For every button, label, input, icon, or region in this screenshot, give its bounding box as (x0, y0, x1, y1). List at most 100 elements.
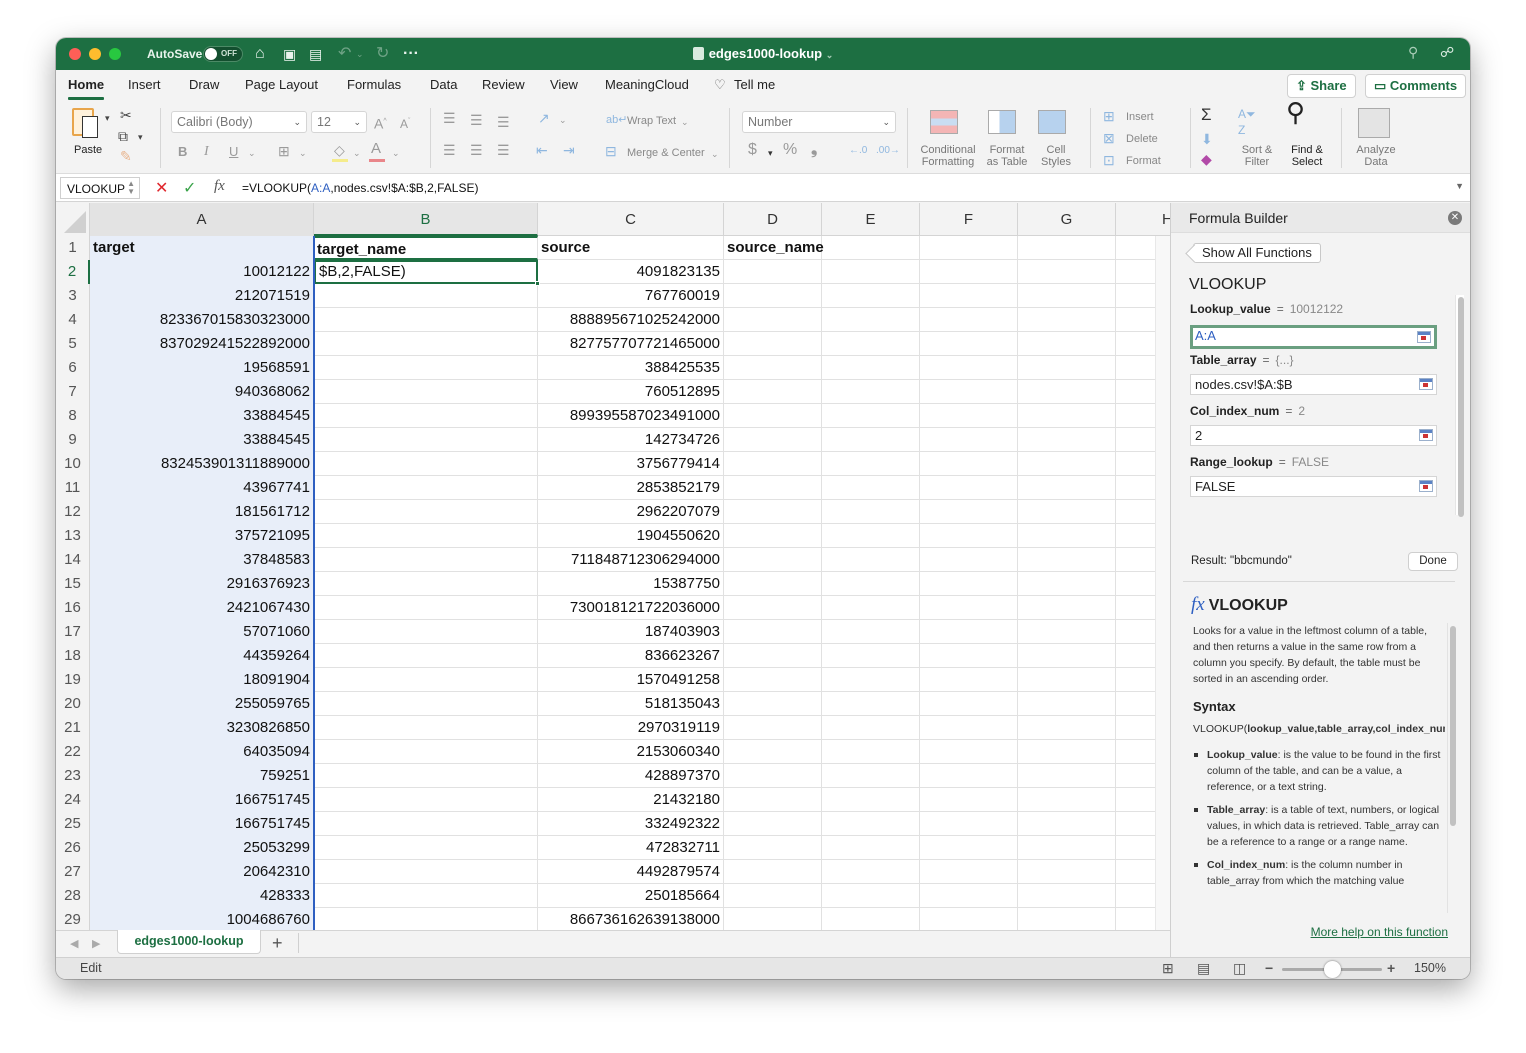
cell-f15[interactable] (920, 572, 1018, 596)
cell-b4[interactable] (314, 308, 538, 332)
cell-d29[interactable] (724, 908, 822, 930)
format-button[interactable]: Format (1126, 155, 1161, 167)
cell-b25[interactable] (314, 812, 538, 836)
analyze-data-button[interactable]: Analyze Data (1352, 106, 1400, 168)
align-right-icon[interactable]: ☰ (497, 142, 510, 158)
cell-c19[interactable]: 1570491258 (538, 668, 724, 692)
cell-d1[interactable]: source_name (724, 236, 824, 260)
cell-g2[interactable] (1018, 260, 1116, 284)
cell-a5[interactable]: 837029241522892000 (90, 332, 314, 356)
cell-f4[interactable] (920, 308, 1018, 332)
cell-e5[interactable] (822, 332, 920, 356)
cell-e13[interactable] (822, 524, 920, 548)
cell-a18[interactable]: 44359264 (90, 644, 314, 668)
cell-a13[interactable]: 375721095 (90, 524, 314, 548)
tab-page-layout[interactable]: Page Layout (245, 77, 318, 92)
cell-b22[interactable] (314, 740, 538, 764)
cell-f28[interactable] (920, 884, 1018, 908)
row-header[interactable]: 16 (56, 596, 90, 620)
cell-e3[interactable] (822, 284, 920, 308)
cell-b6[interactable] (314, 356, 538, 380)
cell-d16[interactable] (724, 596, 822, 620)
row-header[interactable]: 5 (56, 332, 90, 356)
cell-e29[interactable] (822, 908, 920, 930)
sort-filter-icon[interactable]: A⏷ Z (1238, 106, 1256, 138)
cell-d12[interactable] (724, 500, 822, 524)
cell-g24[interactable] (1018, 788, 1116, 812)
cell-g22[interactable] (1018, 740, 1116, 764)
document-title[interactable]: edges1000-lookup ⌄ (56, 46, 1470, 61)
cell-d15[interactable] (724, 572, 822, 596)
cell-e4[interactable] (822, 308, 920, 332)
decrease-font-icon[interactable]: Aˇ (400, 114, 410, 132)
cell-g15[interactable] (1018, 572, 1116, 596)
row-header[interactable]: 2 (56, 260, 90, 284)
decrease-indent-icon[interactable]: ⇤ (536, 142, 548, 158)
share-button[interactable]: ⇪ Share (1287, 74, 1356, 98)
find-select-icon[interactable]: ⚲ (1286, 99, 1305, 125)
cell-f11[interactable] (920, 476, 1018, 500)
cell-g29[interactable] (1018, 908, 1116, 930)
cell-f17[interactable] (920, 620, 1018, 644)
orientation-icon[interactable]: ↗ (538, 110, 550, 126)
cell-f22[interactable] (920, 740, 1018, 764)
cell-a22[interactable]: 64035094 (90, 740, 314, 764)
cell-c7[interactable]: 760512895 (538, 380, 724, 404)
cell-a27[interactable]: 20642310 (90, 860, 314, 884)
cell-f20[interactable] (920, 692, 1018, 716)
cell-e26[interactable] (822, 836, 920, 860)
cell-c16[interactable]: 730018121722036000 (538, 596, 724, 620)
row-header[interactable]: 20 (56, 692, 90, 716)
tab-view[interactable]: View (550, 77, 578, 92)
cell-d26[interactable] (724, 836, 822, 860)
cell-g10[interactable] (1018, 452, 1116, 476)
column-header-a[interactable]: A (90, 203, 314, 236)
formula-input[interactable]: =VLOOKUP(A:A,nodes.csv!$A:$B,2,FALSE) (242, 181, 478, 195)
font-name-select[interactable]: Calibri (Body) ⌄ (171, 111, 307, 133)
row-header[interactable]: 9 (56, 428, 90, 452)
cell-f14[interactable] (920, 548, 1018, 572)
cell-e17[interactable] (822, 620, 920, 644)
cell-d23[interactable] (724, 764, 822, 788)
spreadsheet-grid[interactable]: A B C D E F G H 1 target target_name sou… (56, 203, 1170, 930)
cell-g25[interactable] (1018, 812, 1116, 836)
cell-f16[interactable] (920, 596, 1018, 620)
merge-dropdown-icon[interactable]: ⌄ (711, 146, 719, 162)
tab-meaningcloud[interactable]: MeaningCloud (605, 77, 689, 92)
cell-a1[interactable]: target (90, 236, 314, 260)
tell-me-search[interactable]: Tell me (734, 77, 775, 92)
cell-c26[interactable]: 472832711 (538, 836, 724, 860)
cell-a28[interactable]: 428333 (90, 884, 314, 908)
currency-dropdown-icon[interactable]: ▾ (768, 145, 773, 161)
align-left-icon[interactable]: ☰ (443, 142, 456, 158)
row-header[interactable]: 26 (56, 836, 90, 860)
italic-button[interactable]: I (204, 144, 209, 160)
row-header[interactable]: 6 (56, 356, 90, 380)
cell-e24[interactable] (822, 788, 920, 812)
cell-e22[interactable] (822, 740, 920, 764)
cell-g28[interactable] (1018, 884, 1116, 908)
cell-b5[interactable] (314, 332, 538, 356)
fill-handle[interactable] (535, 281, 540, 286)
conditional-formatting-button[interactable]: Conditional Formatting (918, 106, 978, 168)
row-header[interactable]: 13 (56, 524, 90, 548)
cell-a19[interactable]: 18091904 (90, 668, 314, 692)
cell-e20[interactable] (822, 692, 920, 716)
cell-f25[interactable] (920, 812, 1018, 836)
show-all-functions-button[interactable]: Show All Functions (1193, 243, 1321, 263)
cell-f19[interactable] (920, 668, 1018, 692)
cell-g17[interactable] (1018, 620, 1116, 644)
row-header[interactable]: 11 (56, 476, 90, 500)
cell-f3[interactable] (920, 284, 1018, 308)
page-break-view-icon[interactable]: ◫ (1233, 960, 1246, 977)
cell-c29[interactable]: 866736162639138000 (538, 908, 724, 930)
fill-color-icon[interactable]: ◇ (334, 142, 345, 158)
cell-f8[interactable] (920, 404, 1018, 428)
cell-f27[interactable] (920, 860, 1018, 884)
underline-button[interactable]: U (229, 144, 238, 160)
cell-c2[interactable]: 4091823135 (538, 260, 724, 284)
cell-e15[interactable] (822, 572, 920, 596)
cell-d22[interactable] (724, 740, 822, 764)
cell-g19[interactable] (1018, 668, 1116, 692)
cell-f2[interactable] (920, 260, 1018, 284)
